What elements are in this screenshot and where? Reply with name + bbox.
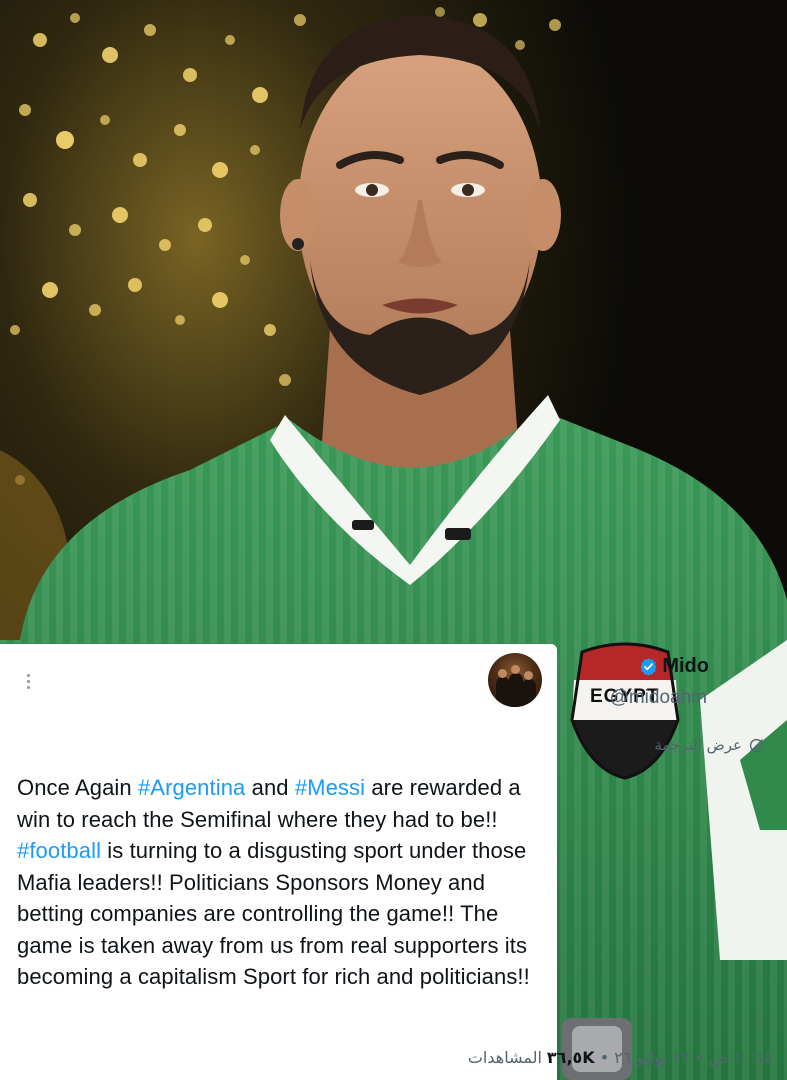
translate-globe-icon [749, 738, 764, 752]
tweet-text-segment: and [245, 775, 295, 800]
views-label: المشاهدات [467, 1048, 542, 1067]
views-count: ٣٦,٥K [546, 1048, 595, 1067]
translate-label: عرض الترجمة [654, 736, 742, 754]
tweet-date[interactable]: ١٢ يوليو ٢٦ [614, 1048, 689, 1067]
avatar[interactable] [488, 653, 542, 707]
translate-link[interactable]: عرض الترجمة [654, 736, 765, 754]
tweet-body: Once Again #Argentina and #Messi are rew… [17, 772, 547, 993]
verified-badge-icon [640, 658, 657, 676]
hashtag-link[interactable]: #football [17, 838, 101, 863]
tweet-meta: ١٠:١٤ ص • ١٢ يوليو ٢٦ • ٣٦,٥K المشاهدات [468, 1048, 773, 1067]
more-options-icon[interactable] [18, 668, 38, 694]
author-display-name: Mido [662, 655, 709, 677]
hashtag-link[interactable]: #Argentina [138, 775, 245, 800]
meta-separator: • [599, 1048, 610, 1067]
hashtag-link[interactable]: #Messi [295, 775, 365, 800]
meta-separator: • [694, 1048, 704, 1067]
tweet-time[interactable]: ١٠:١٤ ص [709, 1048, 773, 1067]
tweet-text-segment: Once Again [17, 775, 138, 800]
author-name-row[interactable]: Mido [639, 655, 709, 678]
author-handle[interactable]: @midoahm [610, 687, 707, 709]
